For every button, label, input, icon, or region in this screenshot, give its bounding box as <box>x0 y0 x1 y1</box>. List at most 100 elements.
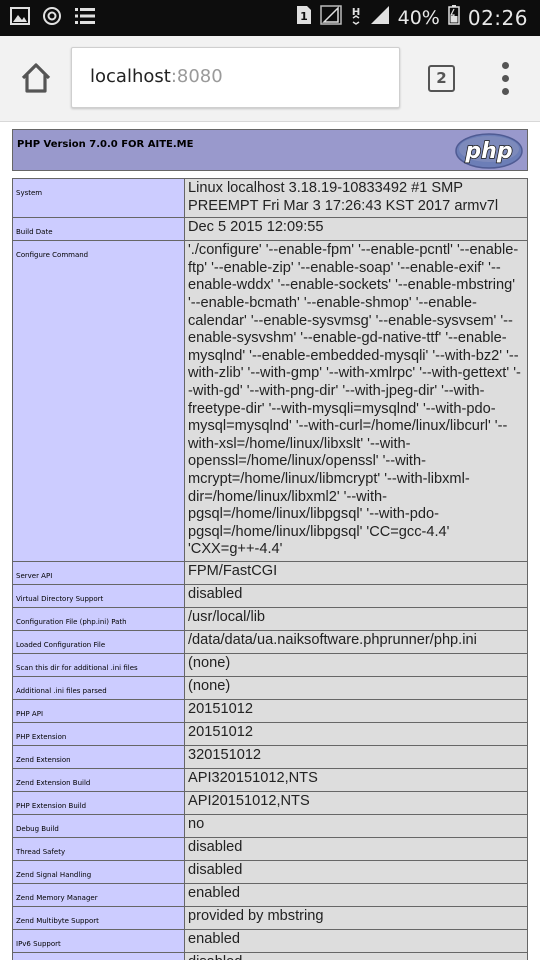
row-key-cell: Additional .ini files parsed <box>12 675 185 700</box>
row-value: API320151012,NTS <box>184 767 528 792</box>
row-value: API20151012,NTS <box>184 790 528 815</box>
table-row: IPv6 Support enabled <box>12 928 528 953</box>
row-value: Linux localhost 3.18.19-10833492 #1 SMP … <box>184 177 528 219</box>
table-row: Configuration File (php.ini) Path/usr/lo… <box>12 606 528 631</box>
row-value: disabled <box>184 836 528 861</box>
status-bar-left <box>10 6 96 31</box>
table-row: Scan this dir for additional .ini files (… <box>12 652 528 677</box>
status-time: 02:26 <box>467 6 528 30</box>
row-key: Zend Memory Manager <box>16 893 98 902</box>
row-key: Additional .ini files parsed <box>16 686 107 695</box>
table-row: PHP Extension 20151012 <box>12 721 528 746</box>
row-key: Scan this dir for additional .ini files <box>16 663 138 672</box>
row-value: no <box>184 813 528 838</box>
row-key: Debug Build <box>16 824 59 833</box>
row-key: PHP API <box>16 709 44 718</box>
battery-percent: 40% <box>397 7 440 29</box>
table-row: Zend Extension 320151012 <box>12 744 528 769</box>
table-row: PHP Extension Build API20151012,NTS <box>12 790 528 815</box>
table-row: Zend Memory Manager enabled <box>12 882 528 907</box>
row-key-cell: PHP Extension Build <box>12 790 185 815</box>
signal-icon <box>370 5 390 31</box>
row-key-cell: Loaded Configuration File <box>12 629 185 654</box>
row-value: enabled <box>184 882 528 907</box>
list-icon <box>74 7 96 30</box>
php-logo-text: php <box>464 139 512 164</box>
sim-slot-text: 1 <box>300 10 308 23</box>
row-key-cell: Zend Signal Handling <box>12 859 185 884</box>
row-key-cell: Thread Safety <box>12 836 185 861</box>
row-key-cell: PHP Extension <box>12 721 185 746</box>
php-logo-icon[interactable]: php <box>455 133 523 169</box>
tab-count: 2 <box>436 69 447 87</box>
row-value: disabled <box>184 583 528 608</box>
row-key-cell: Scan this dir for additional .ini files <box>12 652 185 677</box>
status-bar: 1 H 40% 02:26 <box>0 0 540 36</box>
browser-toolbar: localhost:8080 2 <box>0 36 540 122</box>
home-button[interactable] <box>18 60 54 96</box>
table-row: Build Date Dec 5 2015 12:09:55 <box>12 217 528 242</box>
h-network-icon: H <box>350 5 362 31</box>
row-value: disabled <box>184 951 528 960</box>
tab-switcher-button[interactable]: 2 <box>428 65 455 92</box>
row-value: /data/data/ua.naiksoftware.phprunner/php… <box>184 629 528 654</box>
home-icon <box>21 63 51 93</box>
table-row: Debug Build no <box>12 813 528 838</box>
signal-icon <box>319 5 342 31</box>
row-key-cell: Zend Memory Manager <box>12 882 185 907</box>
row-key-cell: Build Date <box>12 217 185 242</box>
table-row: Virtual Directory Support disabled <box>12 583 528 608</box>
table-row: Zend Extension Build API320151012,NTS <box>12 767 528 792</box>
status-bar-right: 1 H 40% 02:26 <box>296 5 528 31</box>
row-key-cell: Configuration File (php.ini) Path <box>12 606 185 631</box>
sim-icon: 1 <box>296 5 312 31</box>
row-value: './configure' '--enable-fpm' '--enable-p… <box>184 240 528 562</box>
row-key: Zend Multibyte Support <box>16 916 99 925</box>
php-version-title: PHP Version 7.0.0 FOR AITE.ME <box>17 139 194 150</box>
row-value: (none) <box>184 675 528 700</box>
battery-icon <box>448 5 460 31</box>
table-row: DTrace Supportdisabled <box>12 951 528 960</box>
row-key: Zend Extension Build <box>16 778 91 787</box>
table-row: PHP API 20151012 <box>12 698 528 723</box>
image-icon <box>10 6 30 30</box>
url-text: localhost:8080 <box>90 66 223 87</box>
row-key-cell: Virtual Directory Support <box>12 583 185 608</box>
row-key: Configuration File (php.ini) Path <box>16 617 127 626</box>
table-row: Thread Safety disabled <box>12 836 528 861</box>
row-key: Configure Command <box>16 251 89 260</box>
row-key-cell: Zend Extension Build <box>12 767 185 792</box>
table-row: Zend Signal Handling disabled <box>12 859 528 884</box>
row-value: 320151012 <box>184 744 528 769</box>
row-key: Zend Signal Handling <box>16 870 92 879</box>
row-key: Thread Safety <box>16 847 66 856</box>
row-key-cell: Server API <box>12 560 185 585</box>
table-row: Server API FPM/FastCGI <box>12 560 528 585</box>
table-row: System Linux localhost 3.18.19-10833492 #… <box>12 177 528 219</box>
table-row: Additional .ini files parsed (none) <box>12 675 528 700</box>
row-key-cell: Configure Command <box>12 240 185 562</box>
more-vert-icon[interactable] <box>496 62 516 96</box>
php-info-rows: System Linux localhost 3.18.19-10833492 #… <box>12 177 528 960</box>
url-host: localhost <box>90 66 171 87</box>
table-row: Loaded Configuration File/data/data/ua.n… <box>12 629 528 654</box>
table-row: Configure Command './configure' '--enable… <box>12 240 528 562</box>
row-key: IPv6 Support <box>16 939 61 948</box>
row-key-cell: DTrace Support <box>12 951 185 960</box>
row-key: Virtual Directory Support <box>16 594 104 603</box>
circle-settings-icon <box>42 6 62 31</box>
row-key-cell: Zend Extension <box>12 744 185 769</box>
row-value: /usr/local/lib <box>184 606 528 631</box>
row-key-cell: IPv6 Support <box>12 928 185 953</box>
row-key-cell: Debug Build <box>12 813 185 838</box>
row-value: provided by mbstring <box>184 905 528 930</box>
php-version-header: PHP Version 7.0.0 FOR AITE.ME php <box>12 129 528 171</box>
row-value: Dec 5 2015 12:09:55 <box>184 217 528 242</box>
row-key: PHP Extension Build <box>16 801 87 810</box>
row-key: Build Date <box>16 228 53 237</box>
row-key-cell: Zend Multibyte Support <box>12 905 185 930</box>
row-key: System <box>16 189 43 197</box>
row-value: FPM/FastCGI <box>184 560 528 585</box>
url-bar[interactable]: localhost:8080 <box>71 47 400 108</box>
row-value: 20151012 <box>184 721 528 746</box>
